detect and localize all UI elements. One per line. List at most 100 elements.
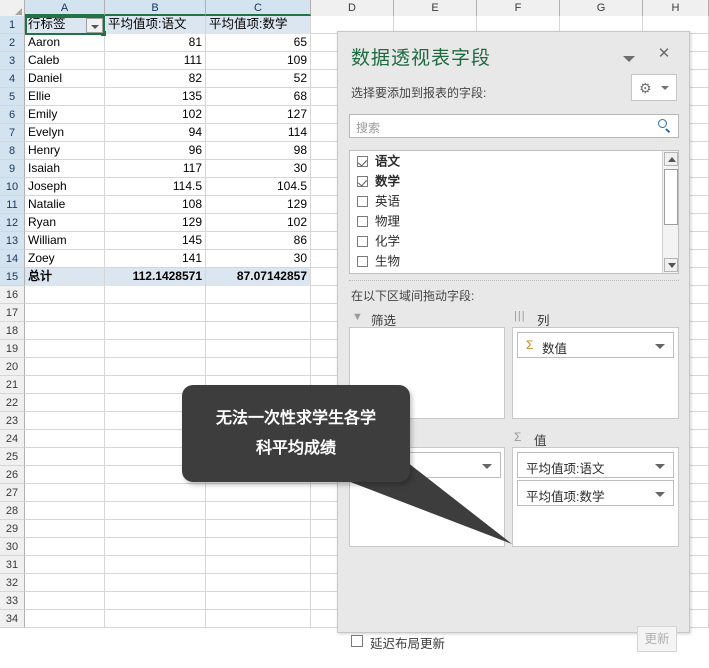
cell-a14[interactable]: Zoey <box>25 250 105 268</box>
cell-a11[interactable]: Natalie <box>25 196 105 214</box>
cell-A32[interactable] <box>25 574 105 592</box>
cell-b10[interactable]: 114.5 <box>105 178 206 196</box>
field-checkbox[interactable] <box>357 196 368 207</box>
field-chip-avg-math[interactable]: 平均值项:数学 <box>517 480 674 506</box>
chevron-down-icon[interactable] <box>655 492 665 497</box>
field-list-item-1[interactable]: 数学 <box>350 171 678 191</box>
row-header-30[interactable]: 30 <box>0 538 25 556</box>
cell-b3[interactable]: 111 <box>105 52 206 70</box>
cell-c8[interactable]: 98 <box>206 142 311 160</box>
row-header-7[interactable]: 7 <box>0 124 25 142</box>
cell-b4[interactable]: 82 <box>105 70 206 88</box>
cell-C33[interactable] <box>206 592 311 610</box>
cell-a9[interactable]: Isaiah <box>25 160 105 178</box>
tools-button[interactable]: ⚙ <box>631 74 677 101</box>
cell-B31[interactable] <box>105 556 206 574</box>
cell-b8[interactable]: 96 <box>105 142 206 160</box>
field-checkbox[interactable] <box>357 176 368 187</box>
row-header-15[interactable]: 15 <box>0 268 25 286</box>
cell-A34[interactable] <box>25 610 105 628</box>
field-list-item-2[interactable]: 英语 <box>350 191 678 211</box>
cell-b13[interactable]: 145 <box>105 232 206 250</box>
cell-c10[interactable]: 104.5 <box>206 178 311 196</box>
cell-A23[interactable] <box>25 412 105 430</box>
cell-c7[interactable]: 114 <box>206 124 311 142</box>
close-icon[interactable]: ✕ <box>656 46 672 62</box>
cell-b14[interactable]: 141 <box>105 250 206 268</box>
cell-A28[interactable] <box>25 502 105 520</box>
row-header-18[interactable]: 18 <box>0 322 25 340</box>
field-checkbox[interactable] <box>357 236 368 247</box>
cell-A17[interactable] <box>25 304 105 322</box>
cell-c3[interactable]: 109 <box>206 52 311 70</box>
cell-B27[interactable] <box>105 484 206 502</box>
cell-c2[interactable]: 65 <box>206 34 311 52</box>
cell-b6[interactable]: 102 <box>105 106 206 124</box>
row-header-23[interactable]: 23 <box>0 412 25 430</box>
cell-a15[interactable]: 总计 <box>25 268 105 286</box>
row-header-13[interactable]: 13 <box>0 232 25 250</box>
search-input[interactable]: 搜索 <box>349 114 679 138</box>
cell-b12[interactable]: 129 <box>105 214 206 232</box>
scroll-up-icon[interactable] <box>664 152 678 166</box>
row-header-17[interactable]: 17 <box>0 304 25 322</box>
cell-B19[interactable] <box>105 340 206 358</box>
cell-A33[interactable] <box>25 592 105 610</box>
cell-c6[interactable]: 127 <box>206 106 311 124</box>
cell-C19[interactable] <box>206 340 311 358</box>
row-header-19[interactable]: 19 <box>0 340 25 358</box>
row-header-25[interactable]: 25 <box>0 448 25 466</box>
row-header-20[interactable]: 20 <box>0 358 25 376</box>
scroll-down-icon[interactable] <box>664 258 678 272</box>
cell-B34[interactable] <box>105 610 206 628</box>
row-header-6[interactable]: 6 <box>0 106 25 124</box>
cell-a12[interactable]: Ryan <box>25 214 105 232</box>
field-list-item-3[interactable]: 物理 <box>350 211 678 231</box>
cell-c15[interactable]: 87.07142857 <box>206 268 311 286</box>
row-header-1[interactable]: 1 <box>0 16 25 34</box>
field-checkbox[interactable] <box>357 256 368 267</box>
cell-c13[interactable]: 86 <box>206 232 311 250</box>
column-header-d[interactable]: D <box>311 0 394 16</box>
row-header-8[interactable]: 8 <box>0 142 25 160</box>
row-header-27[interactable]: 27 <box>0 484 25 502</box>
column-header-h[interactable]: H <box>643 0 709 16</box>
cell-b15[interactable]: 112.1428571 <box>105 268 206 286</box>
cell-c9[interactable]: 30 <box>206 160 311 178</box>
row-header-28[interactable]: 28 <box>0 502 25 520</box>
cell-c11[interactable]: 129 <box>206 196 311 214</box>
field-chip-avg-chinese[interactable]: 平均值项:语文 <box>517 452 674 478</box>
field-chip-values[interactable]: Σ 数值 <box>517 332 674 358</box>
row-header-16[interactable]: 16 <box>0 286 25 304</box>
row-header-10[interactable]: 10 <box>0 178 25 196</box>
cell-B28[interactable] <box>105 502 206 520</box>
column-header-e[interactable]: E <box>394 0 477 16</box>
row-header-26[interactable]: 26 <box>0 466 25 484</box>
cell-a2[interactable]: Aaron <box>25 34 105 52</box>
column-header-f[interactable]: F <box>477 0 560 16</box>
row-header-2[interactable]: 2 <box>0 34 25 52</box>
row-header-24[interactable]: 24 <box>0 430 25 448</box>
cell-b7[interactable]: 94 <box>105 124 206 142</box>
chevron-down-icon[interactable] <box>622 54 636 64</box>
row-header-9[interactable]: 9 <box>0 160 25 178</box>
cell-B32[interactable] <box>105 574 206 592</box>
cell-A20[interactable] <box>25 358 105 376</box>
cell-b9[interactable]: 117 <box>105 160 206 178</box>
cell-A26[interactable] <box>25 466 105 484</box>
cell-A31[interactable] <box>25 556 105 574</box>
row-header-31[interactable]: 31 <box>0 556 25 574</box>
column-header-a[interactable]: A <box>25 0 105 16</box>
cell-a4[interactable]: Daniel <box>25 70 105 88</box>
cell-C20[interactable] <box>206 358 311 376</box>
cell-C18[interactable] <box>206 322 311 340</box>
column-header-g[interactable]: G <box>560 0 643 16</box>
cell-c1[interactable]: 平均值项:数学 <box>206 16 311 34</box>
field-checkbox[interactable] <box>357 156 368 167</box>
cell-B20[interactable] <box>105 358 206 376</box>
row-header-14[interactable]: 14 <box>0 250 25 268</box>
cell-A16[interactable] <box>25 286 105 304</box>
row-header-4[interactable]: 4 <box>0 70 25 88</box>
scrollbar-thumb[interactable] <box>664 169 678 225</box>
cell-C17[interactable] <box>206 304 311 322</box>
